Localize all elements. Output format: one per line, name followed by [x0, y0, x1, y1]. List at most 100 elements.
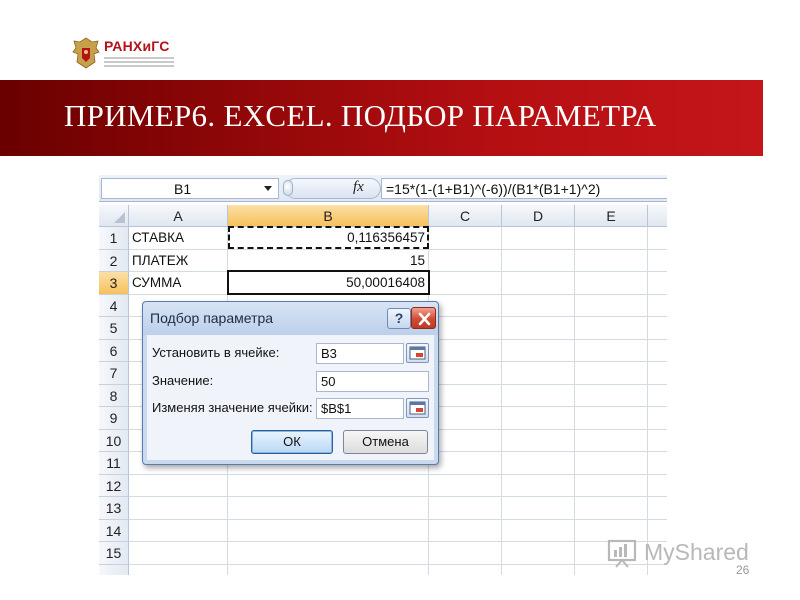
grid-cell[interactable]: [575, 294, 648, 317]
grid-cell[interactable]: [648, 452, 667, 475]
grid-cell[interactable]: [429, 272, 502, 295]
grid-cell[interactable]: [502, 564, 575, 575]
column-header-a[interactable]: A: [129, 205, 228, 227]
ok-button[interactable]: ОК: [251, 430, 333, 454]
grid-cell[interactable]: [228, 564, 429, 575]
grid-cell[interactable]: [575, 474, 648, 497]
changing-cell-collapse-button[interactable]: [406, 398, 429, 418]
grid-cell[interactable]: [648, 250, 667, 272]
row-header-5[interactable]: 5: [99, 317, 129, 340]
grid-cell[interactable]: [575, 249, 648, 272]
row-header-14[interactable]: 14: [99, 519, 129, 542]
grid-cell[interactable]: [228, 542, 429, 565]
insert-function-icon[interactable]: fx: [353, 179, 364, 196]
row-header-2[interactable]: 2: [99, 249, 129, 272]
grid-cell[interactable]: [502, 542, 575, 565]
value-input[interactable]: 50: [316, 371, 429, 392]
close-button[interactable]: [411, 307, 436, 329]
row-header-6[interactable]: 6: [99, 339, 129, 362]
grid-cell[interactable]: [429, 384, 502, 407]
cell-a1[interactable]: СТАВКА: [129, 227, 228, 250]
grid-cell[interactable]: [575, 227, 648, 250]
grid-cell[interactable]: [429, 407, 502, 430]
grid-cell[interactable]: [129, 564, 228, 575]
column-header-d[interactable]: D: [502, 205, 575, 227]
row-header-3[interactable]: 3: [99, 272, 129, 295]
grid-cell[interactable]: [575, 317, 648, 340]
grid-cell[interactable]: [575, 497, 648, 520]
grid-cell[interactable]: [228, 474, 429, 497]
grid-cell[interactable]: [502, 272, 575, 295]
grid-cell[interactable]: [129, 497, 228, 520]
row-header-1[interactable]: 1: [99, 227, 129, 250]
grid-cell[interactable]: [429, 474, 502, 497]
grid-cell[interactable]: [129, 474, 228, 497]
grid-cell[interactable]: [575, 429, 648, 452]
grid-cell[interactable]: [129, 542, 228, 565]
grid-cell[interactable]: [429, 542, 502, 565]
grid-cell[interactable]: [575, 384, 648, 407]
grid-cell[interactable]: [575, 362, 648, 385]
cancel-button[interactable]: Отмена: [343, 430, 428, 454]
chevron-down-icon[interactable]: [264, 186, 272, 191]
grid-cell[interactable]: [502, 362, 575, 385]
grid-cell[interactable]: [502, 249, 575, 272]
grid-cell[interactable]: [648, 272, 667, 295]
row-header-9[interactable]: 9: [99, 407, 129, 430]
grid-cell[interactable]: [502, 497, 575, 520]
grid-cell[interactable]: [429, 429, 502, 452]
grid-cell[interactable]: [502, 407, 575, 430]
grid-cell[interactable]: [502, 339, 575, 362]
row-header-16[interactable]: [99, 564, 129, 575]
changing-cell-input[interactable]: $B$1: [316, 398, 404, 419]
grid-cell[interactable]: [648, 407, 667, 430]
grid-cell[interactable]: [502, 227, 575, 250]
grid-cell[interactable]: [502, 317, 575, 340]
grid-cell[interactable]: [502, 519, 575, 542]
grid-cell[interactable]: [228, 497, 429, 520]
help-button[interactable]: ?: [387, 308, 411, 329]
row-header-15[interactable]: 15: [99, 542, 129, 565]
row-header-12[interactable]: 12: [99, 474, 129, 497]
grid-cell[interactable]: [648, 497, 667, 520]
set-cell-collapse-button[interactable]: [406, 343, 429, 363]
grid-cell[interactable]: [648, 362, 667, 385]
grid-cell[interactable]: [648, 430, 667, 452]
grid-cell[interactable]: [502, 384, 575, 407]
grid-cell[interactable]: [429, 339, 502, 362]
grid-cell[interactable]: [429, 249, 502, 272]
row-header-8[interactable]: 8: [99, 384, 129, 407]
column-header-f[interactable]: [648, 205, 667, 227]
cell-b3[interactable]: 50,00016408: [228, 272, 429, 295]
grid-cell[interactable]: [502, 429, 575, 452]
grid-cell[interactable]: [429, 497, 502, 520]
cell-a3[interactable]: СУММА: [129, 272, 228, 295]
grid-cell[interactable]: [648, 227, 667, 250]
grid-cell[interactable]: [575, 407, 648, 430]
row-header-13[interactable]: 13: [99, 497, 129, 520]
name-box[interactable]: B1: [101, 178, 279, 199]
grid-cell[interactable]: [429, 227, 502, 250]
column-header-e[interactable]: E: [575, 205, 648, 227]
column-header-b[interactable]: B: [228, 205, 429, 227]
cell-b2[interactable]: 15: [228, 249, 429, 272]
grid-cell[interactable]: [502, 474, 575, 497]
grid-cell[interactable]: [648, 475, 667, 497]
row-header-7[interactable]: 7: [99, 362, 129, 385]
grid-cell[interactable]: [648, 385, 667, 407]
column-header-c[interactable]: C: [429, 205, 502, 227]
grid-cell[interactable]: [648, 295, 667, 317]
grid-cell[interactable]: [575, 452, 648, 475]
cell-a2[interactable]: ПЛАТЕЖ: [129, 249, 228, 272]
set-cell-input[interactable]: B3: [316, 343, 404, 364]
grid-cell[interactable]: [429, 564, 502, 575]
dialog-titlebar[interactable]: Подбор параметра ?: [143, 302, 438, 335]
grid-cell[interactable]: [228, 519, 429, 542]
cell-b1[interactable]: 0,116356457: [228, 227, 429, 250]
grid-cell[interactable]: [429, 362, 502, 385]
grid-cell[interactable]: [502, 452, 575, 475]
formula-input[interactable]: =15*(1-(1+B1)^(-6))/(B1*(B1+1)^2): [381, 178, 667, 199]
row-header-11[interactable]: 11: [99, 452, 129, 475]
grid-cell[interactable]: [502, 294, 575, 317]
resize-handle-icon[interactable]: [283, 180, 293, 196]
